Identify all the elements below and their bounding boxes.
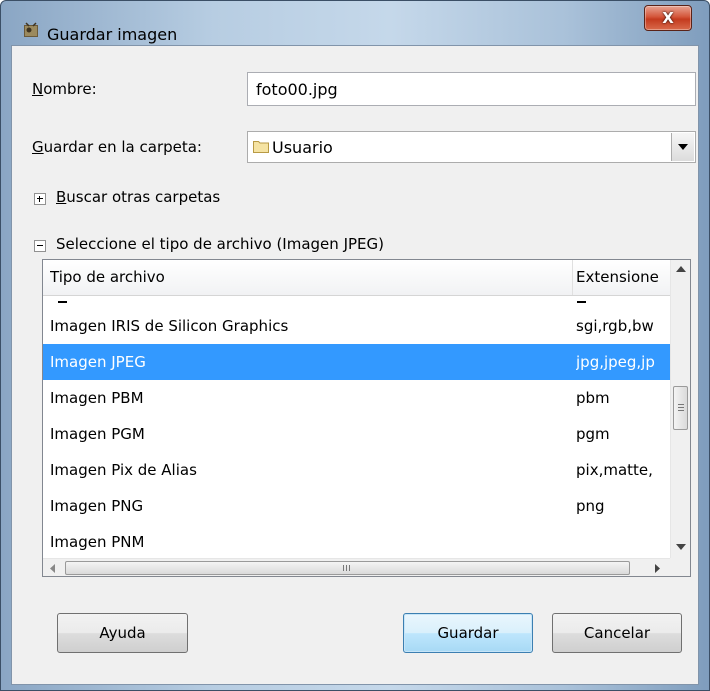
- grip-line: [343, 565, 344, 571]
- grip-line: [346, 565, 347, 571]
- browse-mnemonic: B: [56, 188, 67, 206]
- scroll-down-icon[interactable]: [676, 544, 686, 550]
- scroll-left-icon[interactable]: [50, 564, 55, 573]
- save-button[interactable]: Guardar: [403, 613, 533, 653]
- list-item-partial-bottom[interactable]: Imagen PNM: [43, 524, 670, 559]
- close-button[interactable]: X: [644, 5, 692, 31]
- file-type-name: Imagen PNM: [50, 533, 145, 551]
- column-header-extensions[interactable]: Extensione: [576, 268, 670, 286]
- file-type-ext: sgi,rgb,bw: [576, 317, 654, 335]
- grip-line: [678, 404, 684, 405]
- collapse-icon[interactable]: [34, 240, 46, 252]
- save-image-dialog: Guardar imagen X Nombre: Guardar en la c…: [0, 0, 710, 691]
- filetype-expander[interactable]: Seleccione el tipo de archivo (Imagen JP…: [56, 235, 384, 253]
- file-type-name: Imagen PGM: [50, 425, 145, 443]
- clipped-text-fragment: [577, 301, 586, 303]
- file-type-ext: jpg,jpeg,jp: [576, 353, 655, 371]
- folder-label-mnemonic: G: [32, 138, 44, 156]
- folder-icon: [253, 141, 269, 153]
- file-type-ext: png: [576, 497, 605, 515]
- close-icon: X: [662, 9, 674, 27]
- cancel-button[interactable]: Cancelar: [552, 613, 682, 653]
- clipped-text-fragment: [58, 301, 67, 303]
- window-title: Guardar imagen: [47, 25, 178, 44]
- horizontal-scrollbar[interactable]: [43, 558, 670, 576]
- grip-line: [678, 407, 684, 408]
- folder-label: Guardar en la carpeta:: [32, 138, 202, 156]
- title-bar[interactable]: Guardar imagen X: [1, 1, 709, 45]
- list-header: Tipo de archivo Extensione: [43, 260, 670, 296]
- file-type-name: Imagen JPEG: [50, 353, 146, 371]
- list-item-partial-top[interactable]: [43, 296, 670, 308]
- name-label-mnemonic: N: [32, 80, 44, 98]
- dialog-body: Nombre: Guardar en la carpeta: Usuario B…: [11, 45, 699, 685]
- file-type-name: Imagen PBM: [50, 389, 144, 407]
- scrollbar-corner: [670, 558, 690, 576]
- column-header-type[interactable]: Tipo de archivo: [50, 268, 550, 286]
- file-type-ext: pbm: [576, 389, 610, 407]
- list-rows: Imagen IRIS de Silicon Graphics sgi,rgb,…: [43, 296, 670, 559]
- cancel-button-label: Cancelar: [583, 624, 651, 642]
- vertical-scroll-thumb[interactable]: [673, 386, 688, 430]
- column-separator[interactable]: [572, 260, 573, 295]
- list-item[interactable]: Imagen PGM pgm: [43, 416, 670, 452]
- file-type-ext: pix,matte,: [576, 461, 653, 479]
- folder-select[interactable]: Usuario: [247, 131, 696, 163]
- file-type-name: Imagen PNG: [50, 497, 144, 515]
- list-item[interactable]: Imagen PBM pbm: [43, 380, 670, 416]
- file-type-name: Imagen Pix de Alias: [50, 461, 197, 479]
- horizontal-scroll-thumb[interactable]: [65, 561, 630, 575]
- filename-input[interactable]: [247, 72, 696, 106]
- list-item[interactable]: Imagen PNG png: [43, 488, 670, 524]
- scroll-up-icon[interactable]: [676, 266, 686, 272]
- file-type-ext: pgm: [576, 425, 610, 443]
- browse-label-rest: uscar otras carpetas: [66, 188, 221, 206]
- folder-label-rest: uardar en la carpeta:: [43, 138, 202, 156]
- grip-line: [349, 565, 350, 571]
- save-button-label: Guardar: [437, 624, 499, 642]
- chevron-down-icon: [678, 144, 688, 150]
- help-button-label: Ayuda: [99, 624, 146, 642]
- help-button[interactable]: Ayuda: [57, 613, 188, 653]
- list-item[interactable]: Imagen Pix de Alias pix,matte,: [43, 452, 670, 488]
- folder-value: Usuario: [272, 138, 333, 157]
- file-type-name: Imagen IRIS de Silicon Graphics: [50, 317, 289, 335]
- grip-line: [678, 410, 684, 411]
- scroll-right-icon[interactable]: [655, 564, 660, 573]
- list-item[interactable]: Imagen IRIS de Silicon Graphics sgi,rgb,…: [43, 308, 670, 344]
- file-type-list[interactable]: Tipo de archivo Extensione Imagen IRIS d…: [42, 259, 691, 577]
- name-label-rest: ombre:: [43, 80, 97, 98]
- gimp-app-icon: [24, 22, 38, 37]
- browse-folders-expander[interactable]: Buscar otras carpetas: [56, 188, 220, 206]
- vertical-scrollbar[interactable]: [670, 260, 690, 558]
- name-label: Nombre:: [32, 80, 97, 98]
- list-item-selected[interactable]: Imagen JPEG jpg,jpeg,jp: [43, 344, 670, 380]
- folder-dropdown-button[interactable]: [671, 133, 694, 161]
- expand-icon[interactable]: [34, 193, 46, 205]
